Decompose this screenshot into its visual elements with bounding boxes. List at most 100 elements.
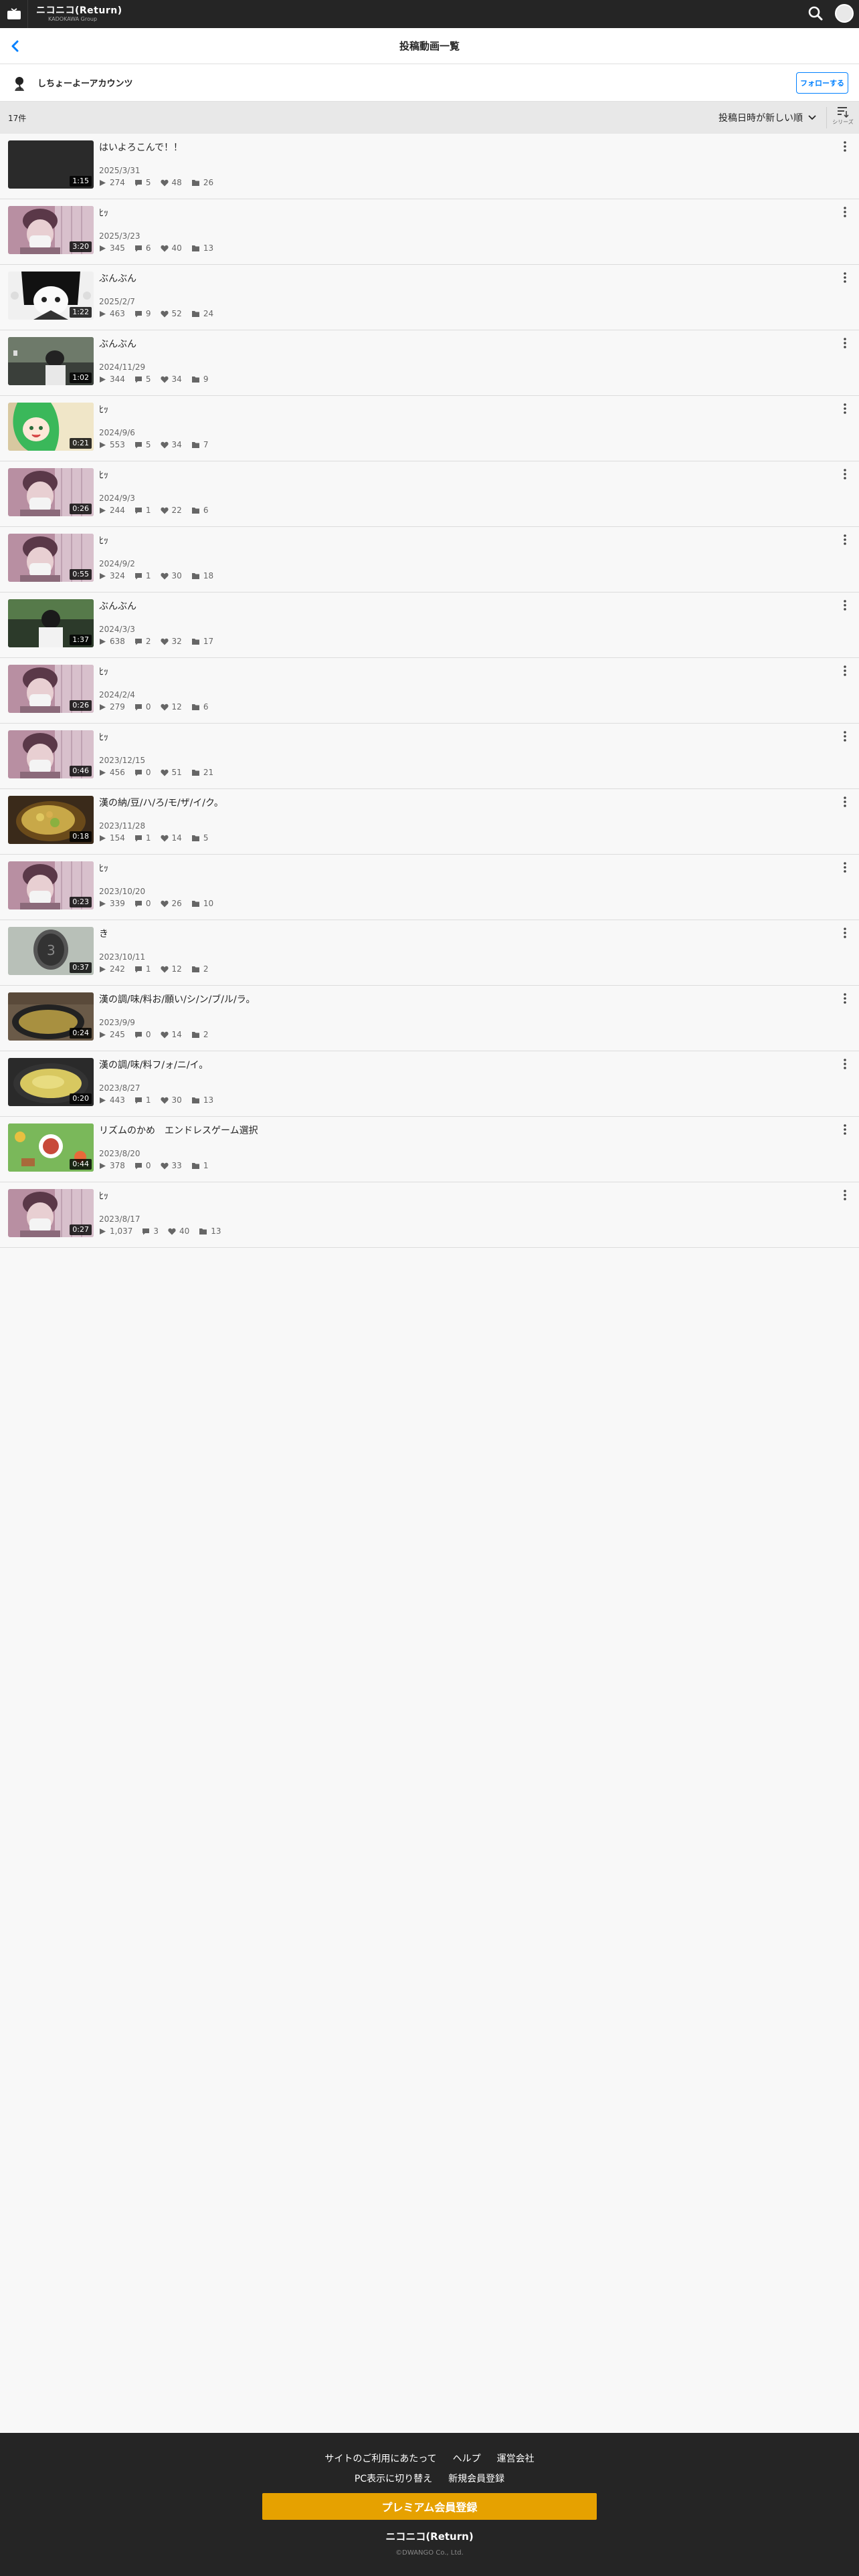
video-menu-button[interactable] <box>840 401 850 416</box>
video-duration: 0:26 <box>70 700 92 711</box>
search-icon[interactable] <box>808 6 823 21</box>
video-row[interactable]: 1:22 ぶんぶん 2025/2/7 463 9 52 24 <box>0 265 859 330</box>
video-title[interactable]: ﾋｯ <box>99 730 108 744</box>
video-menu-button[interactable] <box>840 991 850 1006</box>
video-row[interactable]: 0:26 ﾋｯ 2024/2/4 279 0 12 6 <box>0 658 859 724</box>
video-thumbnail[interactable]: 0:26 <box>8 468 94 516</box>
video-thumbnail[interactable]: 0:24 <box>8 992 94 1041</box>
video-date: 2024/9/2 <box>99 559 135 568</box>
like-count: 52 <box>171 309 182 318</box>
footer-link[interactable]: ヘルプ <box>453 2452 481 2465</box>
video-thumbnail[interactable]: 0:44 <box>8 1123 94 1172</box>
follow-button[interactable]: フォローする <box>796 72 848 94</box>
video-stats: 553 5 34 7 <box>99 440 217 449</box>
video-thumbnail[interactable]: 0:26 <box>8 665 94 713</box>
mylist-icon <box>199 1228 207 1235</box>
video-title[interactable]: ぶんぶん <box>99 599 136 613</box>
video-row[interactable]: 0:18 漢の納/豆/ハ/ろ/モ/ザ/イ/ク。 2023/11/28 154 1… <box>0 789 859 855</box>
video-title[interactable]: リズムのかめ エンドレスゲーム選択 <box>99 1123 258 1137</box>
video-menu-button[interactable] <box>840 1122 850 1137</box>
video-thumbnail[interactable]: 1:37 <box>8 599 94 647</box>
video-menu-button[interactable] <box>840 794 850 809</box>
video-thumbnail[interactable]: 3:20 <box>8 206 94 254</box>
video-row[interactable]: 0:21 ﾋｯ 2024/9/6 553 5 34 7 <box>0 396 859 461</box>
like-icon <box>160 376 169 383</box>
video-row[interactable]: 3 0:37 き 2023/10/11 242 1 12 2 <box>0 920 859 986</box>
video-title[interactable]: はいよろこんで！！ <box>99 140 183 154</box>
video-row[interactable]: 0:55 ﾋｯ 2024/9/2 324 1 30 18 <box>0 527 859 593</box>
video-title[interactable]: 漢の調/味/料お/願い/シ/ン/ブ/ル/ラ。 <box>99 992 255 1006</box>
video-title[interactable]: ﾋｯ <box>99 534 108 547</box>
comment-icon <box>134 704 142 710</box>
video-menu-button[interactable] <box>840 663 850 678</box>
video-row[interactable]: 0:24 漢の調/味/料お/願い/シ/ン/ブ/ル/ラ。 2023/9/9 245… <box>0 986 859 1051</box>
video-menu-button[interactable] <box>840 139 850 154</box>
video-thumbnail[interactable]: 1:15 <box>8 140 94 189</box>
series-button[interactable]: シリーズ <box>830 106 856 131</box>
view-count: 324 <box>110 571 125 580</box>
video-menu-button[interactable] <box>840 598 850 613</box>
video-thumbnail[interactable]: 0:46 <box>8 730 94 778</box>
video-row[interactable]: 3:20 ﾋｯ 2025/3/23 345 6 40 13 <box>0 199 859 265</box>
video-menu-button[interactable] <box>840 336 850 350</box>
video-title[interactable]: ﾋｯ <box>99 861 108 875</box>
video-title[interactable]: ﾋｯ <box>99 1189 108 1202</box>
video-menu-button[interactable] <box>840 532 850 547</box>
view-count: 638 <box>110 637 125 646</box>
video-menu-button[interactable] <box>840 270 850 285</box>
video-menu-button[interactable] <box>840 467 850 481</box>
video-row[interactable]: 0:23 ﾋｯ 2023/10/20 339 0 26 10 <box>0 855 859 920</box>
video-menu-button[interactable] <box>840 1188 850 1202</box>
niconico-logo[interactable]: ニコニコ(Return) KADOKAWA Group <box>36 5 122 23</box>
video-count: 17件 <box>8 113 27 123</box>
video-thumbnail[interactable]: 0:18 <box>8 796 94 844</box>
video-menu-button[interactable] <box>840 1057 850 1071</box>
video-row[interactable]: 1:02 ぶんぶん 2024/11/29 344 5 34 9 <box>0 330 859 396</box>
video-title[interactable]: ﾋｯ <box>99 665 108 678</box>
video-thumbnail[interactable]: 1:02 <box>8 337 94 385</box>
video-thumbnail[interactable]: 0:21 <box>8 403 94 451</box>
video-menu-button[interactable] <box>840 860 850 875</box>
video-thumbnail[interactable]: 3 0:37 <box>8 927 94 975</box>
video-row[interactable]: 0:44 リズムのかめ エンドレスゲーム選択 2023/8/20 378 0 3… <box>0 1117 859 1182</box>
back-button[interactable] <box>7 37 24 55</box>
video-row[interactable]: 0:20 漢の調/味/料フ/ォ/ニ/イ。 2023/8/27 443 1 30 … <box>0 1051 859 1117</box>
video-row[interactable]: 0:46 ﾋｯ 2023/12/15 456 0 51 21 <box>0 724 859 789</box>
home-button[interactable] <box>0 0 28 28</box>
video-title[interactable]: ぶんぶん <box>99 272 136 285</box>
video-menu-button[interactable] <box>840 205 850 219</box>
video-thumbnail[interactable]: 0:27 <box>8 1189 94 1237</box>
user-name[interactable]: しちょーよーアカウンツ <box>37 76 132 89</box>
video-title[interactable]: き <box>99 927 108 940</box>
video-title[interactable]: ぶんぶん <box>99 337 136 350</box>
video-menu-button[interactable] <box>840 729 850 744</box>
footer-link[interactable]: 運営会社 <box>497 2452 535 2465</box>
video-menu-button[interactable] <box>840 926 850 940</box>
video-row[interactable]: 1:37 ぶんぶん 2024/3/3 638 2 32 17 <box>0 593 859 658</box>
video-row[interactable]: 0:27 ﾋｯ 2023/8/17 1,037 3 40 13 <box>0 1182 859 1248</box>
footer-link[interactable]: PC表示に切り替え <box>355 2472 432 2485</box>
view-count: 242 <box>110 964 125 974</box>
video-title[interactable]: 漢の調/味/料フ/ォ/ニ/イ。 <box>99 1058 208 1071</box>
video-date: 2024/9/6 <box>99 428 135 437</box>
video-title[interactable]: ﾋｯ <box>99 468 108 481</box>
comment-icon <box>134 376 142 383</box>
video-title[interactable]: ﾋｯ <box>99 206 108 219</box>
sort-label: 投稿日時が新しい順 <box>719 113 803 124</box>
user-avatar[interactable] <box>835 4 854 23</box>
video-thumbnail[interactable]: 0:23 <box>8 861 94 909</box>
premium-signup-button[interactable]: プレミアム会員登録 <box>262 2493 597 2520</box>
video-title[interactable]: 漢の納/豆/ハ/ろ/モ/ザ/イ/ク。 <box>99 796 223 809</box>
video-thumbnail[interactable]: 0:20 <box>8 1058 94 1106</box>
video-thumbnail[interactable]: 1:22 <box>8 272 94 320</box>
video-row[interactable]: 0:26 ﾋｯ 2024/9/3 244 1 22 6 <box>0 461 859 527</box>
view-count: 1,037 <box>110 1226 133 1236</box>
user-icon[interactable] <box>11 73 29 92</box>
like-count: 34 <box>171 374 182 384</box>
video-thumbnail[interactable]: 0:55 <box>8 534 94 582</box>
footer-link[interactable]: サイトのご利用にあたって <box>324 2452 436 2465</box>
video-title[interactable]: ﾋｯ <box>99 403 108 416</box>
sort-select[interactable]: 投稿日時が新しい順 <box>719 111 816 124</box>
video-row[interactable]: 1:15 はいよろこんで！！ 2025/3/31 274 5 48 26 <box>0 134 859 199</box>
footer-link[interactable]: 新規会員登録 <box>448 2472 504 2485</box>
